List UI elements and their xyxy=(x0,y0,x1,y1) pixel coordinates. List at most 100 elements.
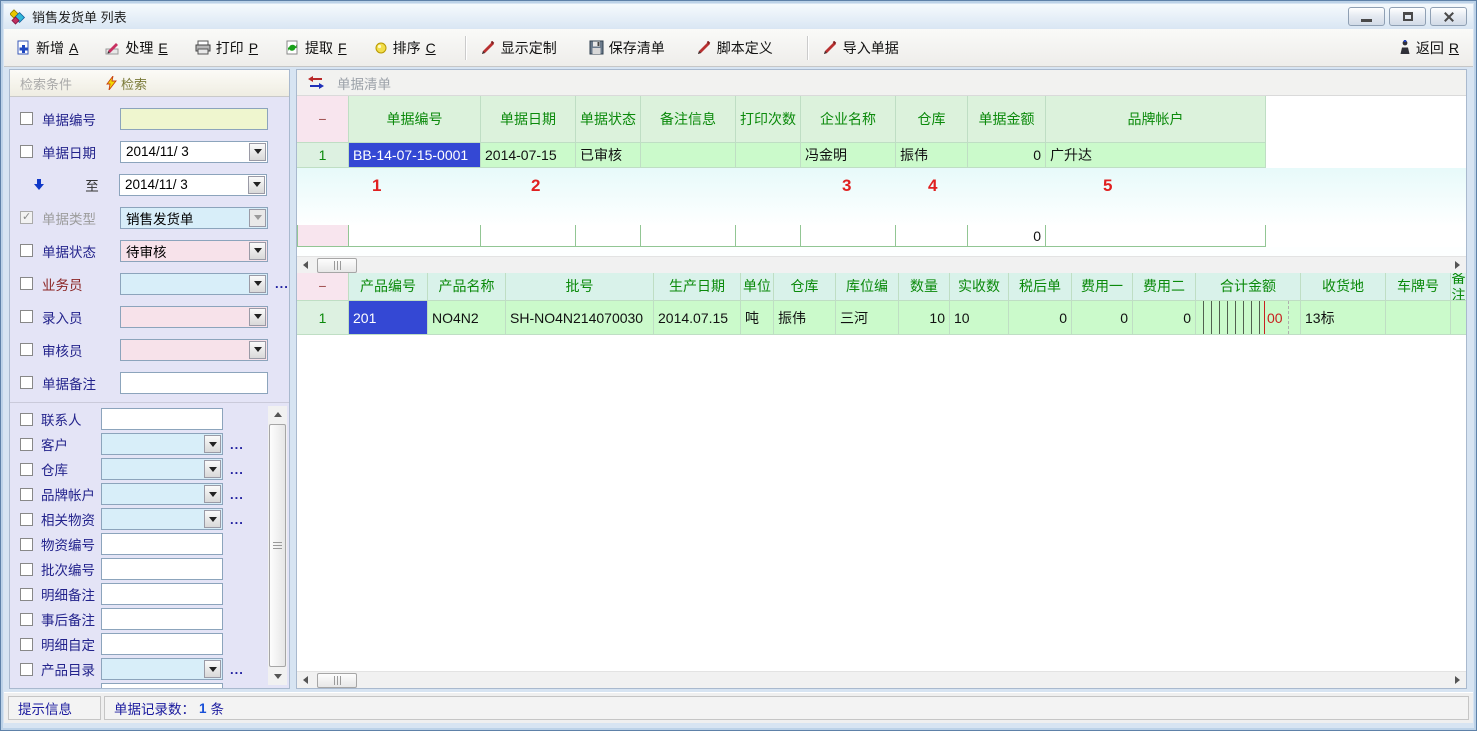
swap-arrows-icon[interactable] xyxy=(308,76,324,89)
fee2-cell[interactable]: 0 xyxy=(1133,301,1196,335)
checkbox[interactable] xyxy=(20,145,33,158)
scroll-right-button[interactable] xyxy=(1449,257,1466,274)
plate-number-cell[interactable] xyxy=(1386,301,1451,335)
header-cell[interactable]: 产品名称 xyxy=(428,273,506,301)
header-cell[interactable]: 单据状态 xyxy=(576,96,641,143)
product-catalog-combo[interactable] xyxy=(101,658,223,680)
salesperson-combo[interactable] xyxy=(120,273,268,295)
warehouse-combo[interactable] xyxy=(101,458,223,480)
search-button[interactable]: 检索 xyxy=(106,74,147,93)
date-from-combo[interactable]: 2014/11/ 3 xyxy=(120,141,268,163)
batch-code-input[interactable] xyxy=(101,558,223,580)
process-button[interactable]: 处理E xyxy=(105,38,167,58)
header-cell[interactable]: 生产日期 xyxy=(654,273,741,301)
warehouse-cell[interactable]: 振伟 xyxy=(896,143,968,168)
checkbox[interactable] xyxy=(20,588,33,601)
minimize-button[interactable] xyxy=(1348,7,1385,26)
chevron-down-icon[interactable] xyxy=(248,176,265,194)
checkbox[interactable] xyxy=(20,463,33,476)
checkbox[interactable] xyxy=(20,343,33,356)
header-cell[interactable]: 打印次数 xyxy=(736,96,801,143)
company-cell[interactable]: 冯金明 xyxy=(801,143,896,168)
scrollbar-thumb[interactable] xyxy=(269,424,286,667)
header-cell[interactable]: 单据金额 xyxy=(968,96,1046,143)
checkbox[interactable] xyxy=(20,376,33,389)
chevron-down-icon[interactable] xyxy=(204,660,221,678)
customer-combo[interactable] xyxy=(101,433,223,455)
header-cell[interactable]: 收货地 xyxy=(1301,273,1386,301)
more-button[interactable]: ... xyxy=(275,276,289,291)
scrollbar-thumb[interactable] xyxy=(317,258,357,273)
product-code-cell-selected[interactable]: 201 xyxy=(349,301,428,335)
checkbox[interactable] xyxy=(20,663,33,676)
close-button[interactable] xyxy=(1430,7,1467,26)
doc-amount-input[interactable] xyxy=(101,683,223,688)
items-hscrollbar[interactable] xyxy=(297,671,1466,688)
header-cell[interactable]: 单位 xyxy=(741,273,774,301)
maximize-button[interactable] xyxy=(1389,7,1426,26)
doc-number-input[interactable] xyxy=(120,108,268,130)
row-index-cell[interactable]: 1 xyxy=(297,143,349,168)
checkbox[interactable] xyxy=(20,310,33,323)
material-code-input[interactable] xyxy=(101,533,223,555)
checkbox[interactable] xyxy=(20,688,33,689)
received-qty-cell[interactable]: 10 xyxy=(950,301,1009,335)
extract-button[interactable]: 提取F xyxy=(285,38,347,58)
scroll-left-button[interactable] xyxy=(297,672,314,689)
header-cell[interactable]: 备注信息 xyxy=(641,96,736,143)
quantity-cell[interactable]: 10 xyxy=(899,301,950,335)
production-date-cell[interactable]: 2014.07.15 xyxy=(654,301,741,335)
checkbox[interactable] xyxy=(20,538,33,551)
script-define-button[interactable]: 脚本定义 xyxy=(697,38,778,58)
header-cell[interactable]: 数量 xyxy=(899,273,950,301)
header-cell[interactable]: 仓库 xyxy=(896,96,968,143)
total-amount-cell[interactable]: 00 xyxy=(1196,301,1301,335)
detail-remark-input[interactable] xyxy=(101,583,223,605)
new-button[interactable]: 新增A xyxy=(16,38,78,58)
contact-input[interactable] xyxy=(101,408,223,430)
doc-date-cell[interactable]: 2014-07-15 xyxy=(481,143,576,168)
print-count-cell[interactable] xyxy=(736,143,801,168)
display-customize-button[interactable]: 显示定制 xyxy=(481,38,562,58)
checkbox[interactable] xyxy=(20,277,33,290)
location-cell[interactable]: 三河 xyxy=(836,301,899,335)
checkbox[interactable] xyxy=(20,638,33,651)
checkbox[interactable] xyxy=(20,613,33,626)
sort-button[interactable]: 排序C xyxy=(374,38,436,58)
tax-price-cell[interactable]: 0 xyxy=(1009,301,1072,335)
header-cell[interactable]: 费用一 xyxy=(1072,273,1133,301)
chevron-down-icon[interactable] xyxy=(204,485,221,503)
doc-status-cell[interactable]: 已审核 xyxy=(576,143,641,168)
header-cell[interactable]: − xyxy=(297,273,349,301)
header-cell[interactable]: 单据日期 xyxy=(481,96,576,143)
more-button[interactable]: ... xyxy=(230,487,244,502)
chevron-down-icon[interactable] xyxy=(249,242,266,260)
checkbox[interactable] xyxy=(20,563,33,576)
orders-hscrollbar[interactable] xyxy=(297,256,1466,273)
header-cell[interactable]: 税后单 xyxy=(1009,273,1072,301)
date-to-combo[interactable]: 2014/11/ 3 xyxy=(119,174,267,196)
amount-cell[interactable]: 0 xyxy=(968,143,1046,168)
header-cell[interactable]: 备注 xyxy=(1451,273,1466,301)
scroll-down-button[interactable] xyxy=(268,668,287,685)
header-cell[interactable]: 单据编号 xyxy=(349,96,481,143)
product-name-cell[interactable]: NO4N2 xyxy=(428,301,506,335)
checkbox[interactable] xyxy=(20,244,33,257)
header-cell[interactable]: 仓库 xyxy=(774,273,836,301)
header-cell[interactable]: 企业名称 xyxy=(801,96,896,143)
header-cell[interactable]: 合计金额 xyxy=(1196,273,1301,301)
doc-number-cell-selected[interactable]: BB-14-07-15-0001 xyxy=(349,143,481,168)
return-button[interactable]: 返回R xyxy=(1399,38,1459,58)
unit-cell[interactable]: 吨 xyxy=(741,301,774,335)
note-cell[interactable] xyxy=(1451,301,1466,335)
scroll-left-button[interactable] xyxy=(297,257,314,274)
header-cell[interactable]: 品牌帐户 xyxy=(1046,96,1266,143)
brand-account-combo[interactable] xyxy=(101,483,223,505)
more-button[interactable]: ... xyxy=(230,462,244,477)
chevron-down-icon[interactable] xyxy=(249,341,266,359)
chevron-down-icon[interactable] xyxy=(204,510,221,528)
scrollbar-thumb[interactable] xyxy=(317,673,357,688)
print-button[interactable]: 打印P xyxy=(195,38,258,58)
orders-table-row[interactable]: 1 BB-14-07-15-0001 2014-07-15 已审核 冯金明 振伟… xyxy=(297,143,1466,168)
related-material-combo[interactable] xyxy=(101,508,223,530)
